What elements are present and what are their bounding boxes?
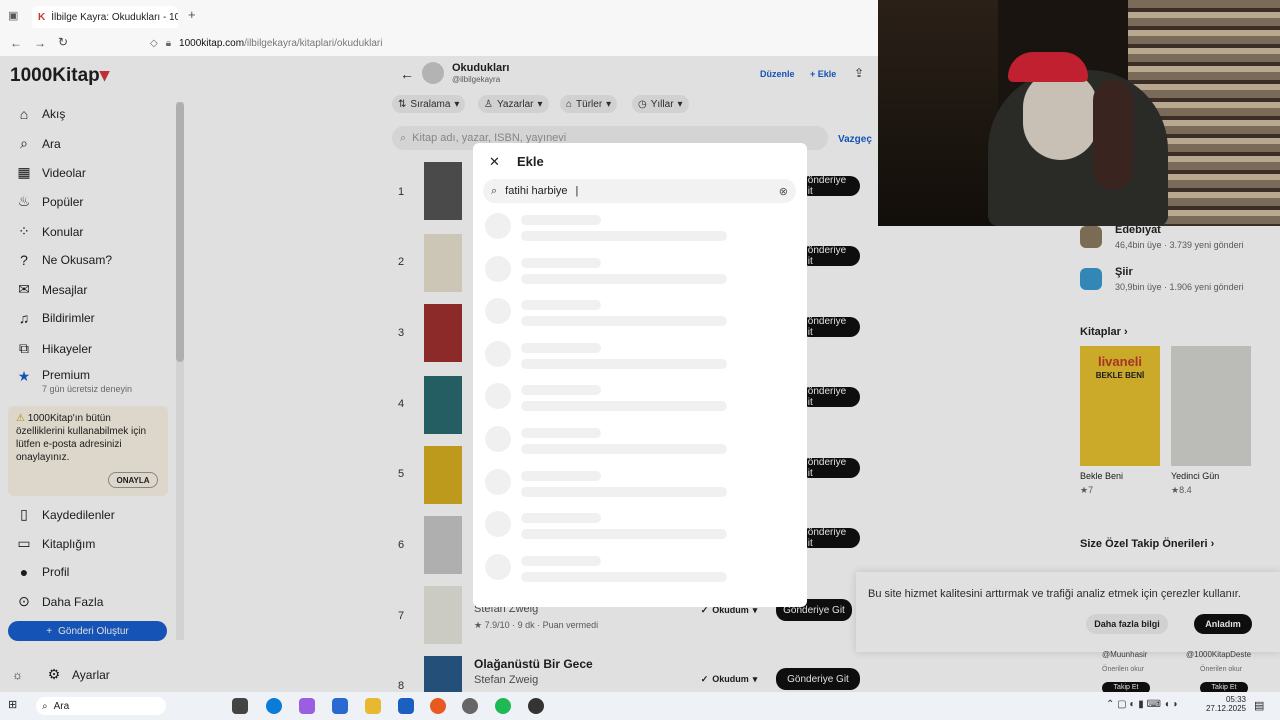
modal-title: Ekle [517, 154, 544, 169]
modal-search-input[interactable]: ⌕ fatihi harbiye | ⊗ [483, 179, 796, 203]
back-icon[interactable]: ← [10, 36, 22, 50]
search-query: fatihi harbiye [505, 185, 568, 197]
tray-icons[interactable]: ⌃ ▢ ◐ ▮ ⌨ ◖ ◗ [1106, 699, 1179, 710]
address-bar[interactable]: ◇ 🔒︎ 1000kitap.com/ilbilgekayra/kitaplar… [150, 34, 870, 52]
search-icon: ⌕ [42, 700, 48, 712]
reload-icon[interactable]: ↻ [58, 35, 68, 49]
spotify-icon[interactable] [495, 698, 511, 714]
browser-chrome: ▣ K İlbilge Kayra: Okudukları - 1000 ✕ +… [0, 0, 878, 56]
search-icon: ⌕ [491, 184, 498, 197]
forward-icon[interactable]: → [34, 36, 46, 50]
settings-app-icon[interactable] [462, 698, 478, 714]
add-book-modal: ✕ Ekle ⌕ fatihi harbiye | ⊗ [473, 143, 807, 607]
notification-icon[interactable]: ▤ [1254, 699, 1264, 712]
windows-icon[interactable]: ⊞ [8, 698, 17, 711]
text-cursor: | [575, 185, 579, 197]
clock[interactable]: 05:33 27.12.2025 [1204, 695, 1246, 713]
shield-icon: ◇ [150, 37, 158, 49]
store-icon[interactable] [332, 698, 348, 714]
edge-icon[interactable] [266, 698, 282, 714]
firefox-icon[interactable] [430, 698, 446, 714]
taskbar-search[interactable]: ⌕ Ara [36, 697, 166, 715]
obs-icon[interactable] [528, 698, 544, 714]
mail-app-icon[interactable] [398, 698, 414, 714]
favicon-icon: K [38, 11, 46, 23]
webcam-overlay [878, 0, 1280, 226]
url-host: 1000kitap.com [179, 37, 245, 49]
tab-title: İlbilge Kayra: Okudukları - 1000 [51, 11, 178, 23]
copilot-icon[interactable] [299, 698, 315, 714]
task-view-icon[interactable] [232, 698, 248, 714]
clear-icon[interactable]: ⊗ [779, 185, 788, 198]
folder-icon[interactable] [365, 698, 381, 714]
browser-tab[interactable]: K İlbilge Kayra: Okudukları - 1000 ✕ [32, 6, 178, 28]
taskbar: ⊞ ⌕ Ara ⌃ ▢ ◐ ▮ ⌨ ◖ ◗ 05:33 27.12.2025 ▤ [0, 692, 1280, 720]
new-tab-icon[interactable]: + [188, 7, 196, 22]
close-icon[interactable]: ✕ [489, 154, 500, 170]
tab-actions-icon[interactable]: ▣ [8, 9, 18, 22]
lock-icon: 🔒︎ [165, 37, 172, 49]
url-path: /ilbilgekayra/kitaplari/okuduklari [244, 37, 383, 49]
